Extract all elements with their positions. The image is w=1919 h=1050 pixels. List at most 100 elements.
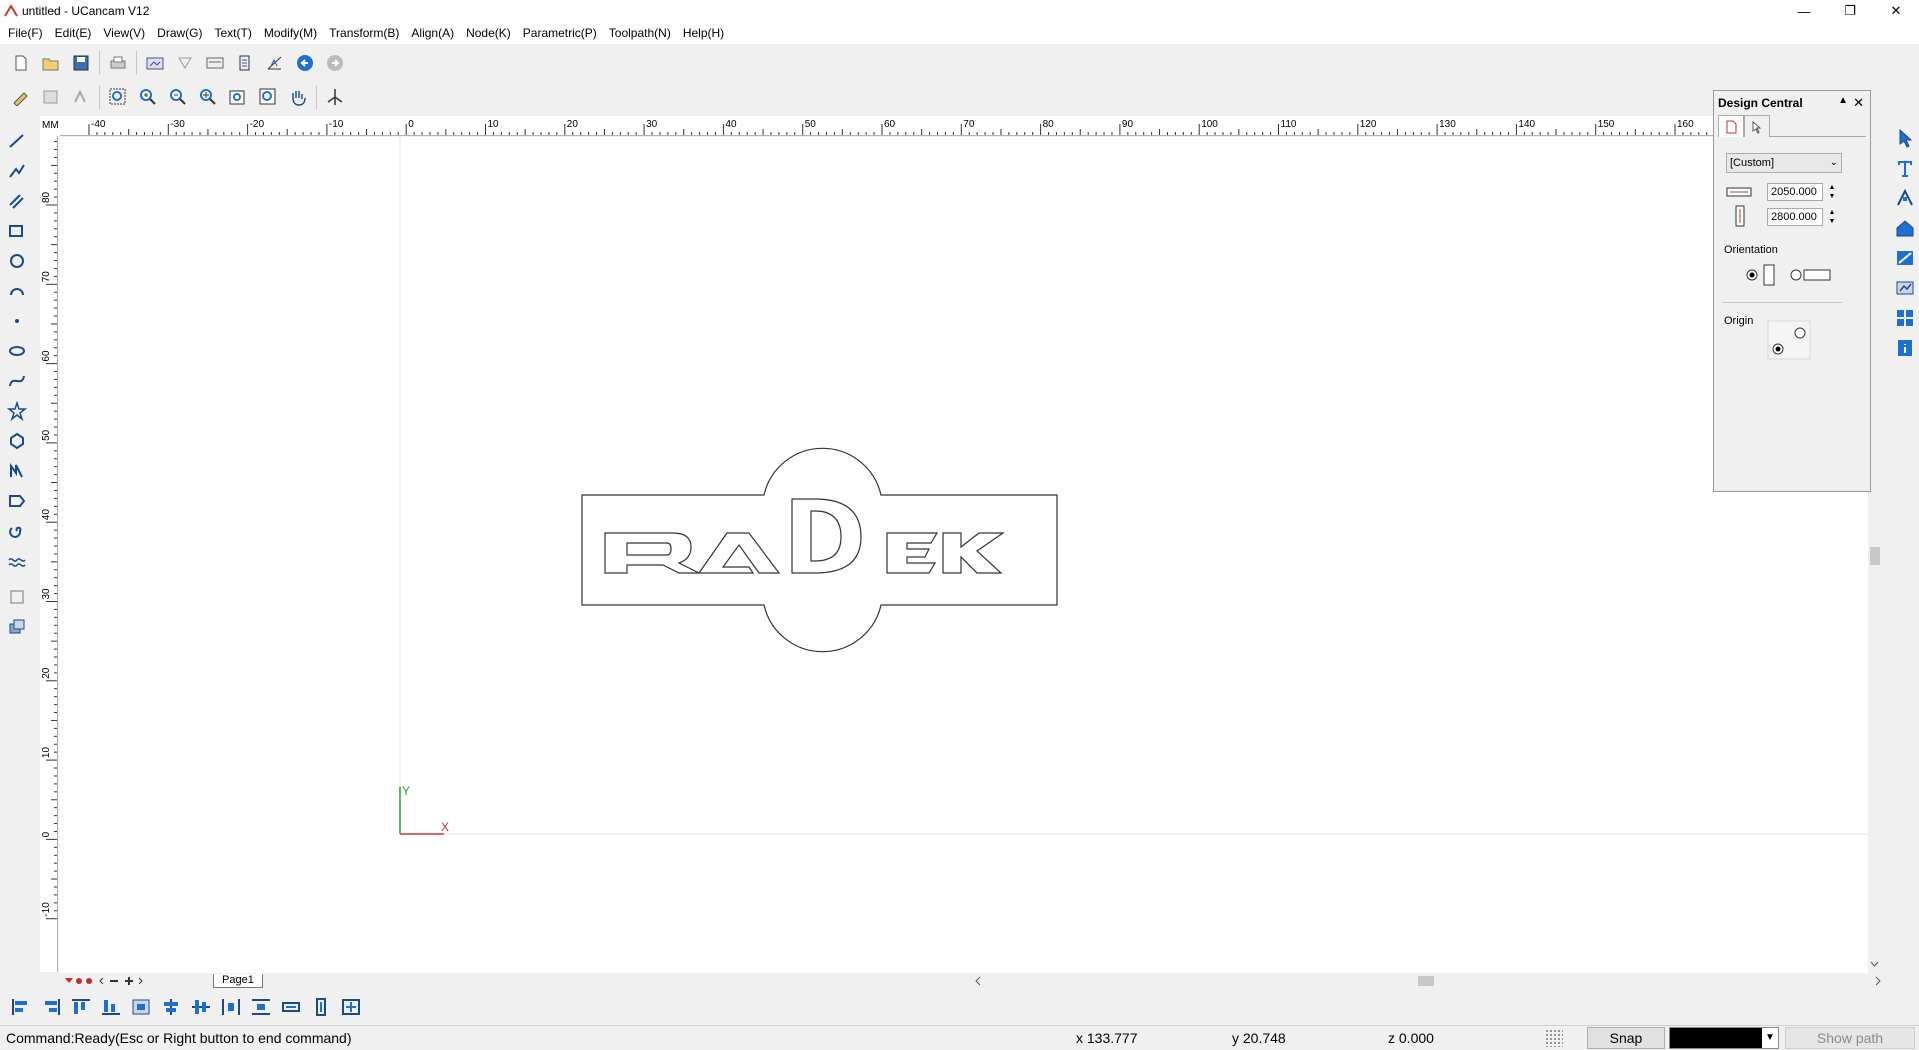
layout-grid-icon[interactable] bbox=[1890, 303, 1919, 333]
page-preset-select[interactable]: [Custom] ⌄ bbox=[1726, 153, 1842, 173]
menu-modify[interactable]: Modify(M) bbox=[258, 22, 323, 44]
pick-edit-icon[interactable] bbox=[8, 84, 34, 110]
freehand-tool-icon[interactable] bbox=[0, 456, 34, 486]
page-height-input[interactable]: 2800.000 bbox=[1767, 208, 1823, 226]
oval-tool-icon[interactable] bbox=[0, 336, 34, 366]
ruler-label: 80 bbox=[41, 191, 52, 203]
plot-icon[interactable] bbox=[262, 50, 288, 76]
align-bottom-icon[interactable] bbox=[98, 993, 124, 1021]
zoom-page-icon[interactable] bbox=[255, 84, 281, 110]
arc-tool-icon[interactable] bbox=[0, 276, 34, 306]
zoom-window-icon[interactable] bbox=[105, 84, 131, 110]
align-left-icon[interactable] bbox=[8, 993, 34, 1021]
height-spinner[interactable]: ▲ ▼ bbox=[1826, 208, 1838, 226]
menu-help[interactable]: Help(H) bbox=[677, 22, 730, 44]
print-icon[interactable] bbox=[105, 50, 131, 76]
close-button[interactable]: ✕ bbox=[1873, 0, 1919, 22]
wave-tool-icon[interactable] bbox=[0, 546, 34, 576]
grid-icon[interactable] bbox=[1545, 1029, 1563, 1047]
node-edit-icon[interactable] bbox=[68, 84, 94, 110]
pan-hand-icon[interactable] bbox=[285, 84, 311, 110]
menu-edit[interactable]: Edit(E) bbox=[49, 22, 98, 44]
ellipse-tool-icon[interactable] bbox=[0, 246, 34, 276]
tab-select[interactable] bbox=[1744, 115, 1770, 137]
star-tool-icon[interactable] bbox=[0, 396, 34, 426]
point-tool-icon[interactable] bbox=[0, 306, 34, 336]
width-spinner[interactable]: ▲ ▼ bbox=[1826, 183, 1838, 201]
distribute-horizontal-icon[interactable] bbox=[218, 993, 244, 1021]
minimize-button[interactable]: — bbox=[1781, 0, 1827, 22]
bezier-tool-icon[interactable] bbox=[0, 366, 34, 396]
align-center-icon[interactable] bbox=[128, 993, 154, 1021]
restore-button[interactable]: ❐ bbox=[1827, 0, 1873, 22]
distribute-vertical-icon[interactable] bbox=[248, 993, 274, 1021]
layers-tool-icon[interactable] bbox=[0, 612, 34, 642]
drawing-canvas[interactable]: X Y bbox=[59, 137, 1868, 973]
line-tool-icon[interactable] bbox=[0, 126, 34, 156]
redo-icon[interactable] bbox=[322, 50, 348, 76]
menu-node[interactable]: Node(K) bbox=[460, 22, 517, 44]
menu-parametric[interactable]: Parametric(P) bbox=[517, 22, 603, 44]
draw-toolbar bbox=[0, 126, 34, 656]
output-icon[interactable] bbox=[232, 50, 258, 76]
menu-toolpath[interactable]: Toolpath(N) bbox=[603, 22, 677, 44]
snap-button[interactable]: Snap bbox=[1587, 1027, 1665, 1049]
tab-page1[interactable]: Page1 bbox=[213, 974, 263, 988]
info-icon[interactable] bbox=[1890, 333, 1919, 363]
rectangle-tool-icon[interactable] bbox=[0, 216, 34, 246]
ruler-label: 130 bbox=[1439, 119, 1456, 130]
show-path-button[interactable]: Show path bbox=[1785, 1027, 1915, 1049]
zoom-selected-icon[interactable] bbox=[225, 84, 251, 110]
landscape-radio[interactable] bbox=[1790, 263, 1832, 290]
new-file-icon[interactable] bbox=[8, 50, 34, 76]
zoom-out-icon[interactable] bbox=[165, 84, 191, 110]
open-folder-icon[interactable] bbox=[38, 50, 64, 76]
color-select[interactable]: ▼ bbox=[1669, 1027, 1779, 1049]
same-width-icon[interactable] bbox=[278, 993, 304, 1021]
tab-document[interactable] bbox=[1718, 115, 1744, 137]
import-icon[interactable] bbox=[142, 50, 168, 76]
menu-align[interactable]: Align(A) bbox=[405, 22, 460, 44]
menu-text[interactable]: Text(T) bbox=[208, 22, 257, 44]
measure-tool-icon[interactable] bbox=[0, 486, 34, 516]
align-vcenter-icon[interactable] bbox=[188, 993, 214, 1021]
undo-icon[interactable] bbox=[292, 50, 318, 76]
same-size-icon[interactable] bbox=[338, 993, 364, 1021]
ruler-label: 40 bbox=[41, 509, 52, 521]
same-height-icon[interactable] bbox=[308, 993, 334, 1021]
node-tool-icon[interactable] bbox=[1890, 183, 1919, 213]
zoom-in-icon[interactable] bbox=[135, 84, 161, 110]
origin-axes-icon[interactable] bbox=[322, 84, 348, 110]
align-top-icon[interactable] bbox=[68, 993, 94, 1021]
page-nav-icons[interactable] bbox=[63, 974, 183, 988]
align-hcenter-icon[interactable] bbox=[158, 993, 184, 1021]
polyline-tool-icon[interactable] bbox=[0, 156, 34, 186]
polygon-tool-icon[interactable] bbox=[0, 426, 34, 456]
offset-tool-icon[interactable] bbox=[0, 186, 34, 216]
menu-view[interactable]: View(V) bbox=[97, 22, 151, 44]
text-edit-icon[interactable] bbox=[38, 84, 64, 110]
radek-logo[interactable] bbox=[581, 447, 1058, 653]
frame-tool-icon[interactable] bbox=[0, 582, 34, 612]
save-icon[interactable] bbox=[68, 50, 94, 76]
scanner-icon[interactable] bbox=[202, 50, 228, 76]
zoom-all-icon[interactable] bbox=[195, 84, 221, 110]
menu-file[interactable]: File(F) bbox=[2, 22, 49, 44]
origin-selector[interactable] bbox=[1764, 317, 1814, 366]
engrave-icon[interactable] bbox=[1890, 243, 1919, 273]
align-right-icon[interactable] bbox=[38, 993, 64, 1021]
toolpath-icon[interactable] bbox=[1890, 213, 1919, 243]
text-tool-icon[interactable] bbox=[1890, 153, 1919, 183]
select-arrow-icon[interactable] bbox=[1890, 123, 1919, 153]
horizontal-scrollbar[interactable] bbox=[974, 973, 1882, 989]
collapse-icon[interactable]: ▲ bbox=[1838, 95, 1848, 106]
page-width-input[interactable]: 2050.000 bbox=[1767, 183, 1823, 201]
menu-transform[interactable]: Transform(B) bbox=[323, 22, 405, 44]
portrait-radio[interactable] bbox=[1746, 263, 1776, 290]
spiral-tool-icon[interactable] bbox=[0, 516, 34, 546]
x-axis-label: X bbox=[441, 820, 449, 834]
simulate-icon[interactable] bbox=[1890, 273, 1919, 303]
vectorize-icon[interactable] bbox=[172, 50, 198, 76]
menu-draw[interactable]: Draw(G) bbox=[151, 22, 208, 44]
close-icon[interactable]: ✕ bbox=[1853, 95, 1864, 111]
